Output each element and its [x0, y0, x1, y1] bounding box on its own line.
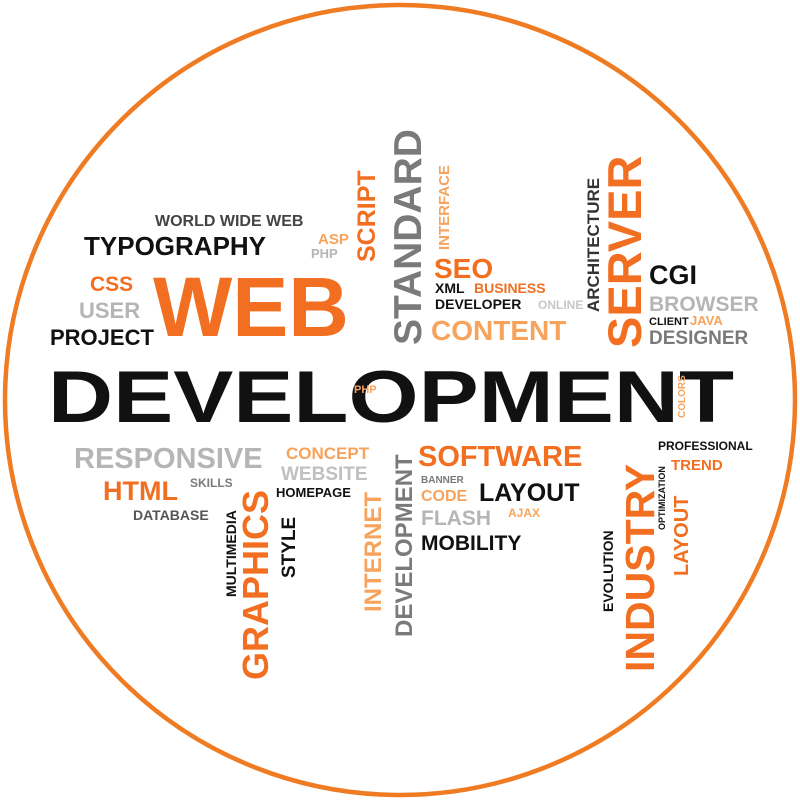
word-concept: CONCEPT	[286, 444, 370, 463]
word-script: SCRIPT	[353, 170, 381, 262]
word-designer: DESIGNER	[649, 328, 749, 349]
word-xml: XML	[435, 280, 465, 296]
word-business: BUSINESS	[474, 280, 546, 296]
word-code: CODE	[421, 488, 468, 505]
word-website: WEBSITE	[281, 464, 368, 485]
word-ajax: AJAX	[508, 506, 540, 520]
word-html: HTML	[103, 476, 178, 506]
word-layout-vertical: LAYOUT	[671, 496, 693, 576]
word-homepage: HOMEPAGE	[276, 485, 351, 500]
word-graphics: GRAPHICS	[235, 490, 276, 680]
word-database: DATABASE	[133, 507, 209, 523]
word-style: STYLE	[279, 517, 300, 578]
word-responsive: RESPONSIVE	[74, 443, 263, 475]
word-internet: INTERNET	[360, 492, 387, 612]
word-client: CLIENT	[649, 316, 689, 328]
word-evolution: EVOLUTION	[600, 530, 616, 612]
word-java: JAVA	[690, 313, 723, 328]
word-interface: INTERFACE	[436, 165, 453, 250]
word-developer: DEVELOPER	[435, 296, 521, 312]
word-web: WEB	[153, 260, 349, 354]
word-world-wide-web: WORLD WIDE WEB	[155, 213, 303, 230]
word-online: ONLINE	[538, 298, 583, 312]
word-php-mid: PHP	[354, 384, 377, 396]
word-standard: STANDARD	[387, 129, 430, 345]
word-layout-main: LAYOUT	[479, 479, 579, 507]
word-mobility: MOBILITY	[421, 532, 521, 555]
word-css: CSS	[90, 273, 133, 296]
word-development-vertical: DEVELOPMENT	[391, 454, 418, 637]
word-cgi: CGI	[649, 260, 697, 290]
word-project: PROJECT	[50, 325, 154, 350]
word-php-top: PHP	[311, 246, 338, 261]
word-cloud: WORLD WIDE WEB TYPOGRAPHY ASP PHP SCRIPT…	[2, 2, 798, 798]
word-trend: TREND	[671, 457, 723, 474]
word-development-main: DEVELOPMENT	[48, 357, 734, 438]
word-flash: FLASH	[421, 507, 491, 530]
word-skills: SKILLS	[190, 476, 233, 490]
word-optimization: OPTIMIZATION	[657, 466, 667, 530]
word-content: CONTENT	[431, 315, 566, 346]
word-colors: COLORS	[677, 375, 688, 418]
word-user: USER	[79, 298, 140, 323]
word-banner: BANNER	[421, 475, 465, 486]
word-professional: PROFESSIONAL	[658, 439, 753, 453]
word-typography: TYPOGRAPHY	[84, 231, 266, 261]
word-software: SOFTWARE	[418, 441, 582, 473]
word-server: SERVER	[598, 156, 651, 348]
